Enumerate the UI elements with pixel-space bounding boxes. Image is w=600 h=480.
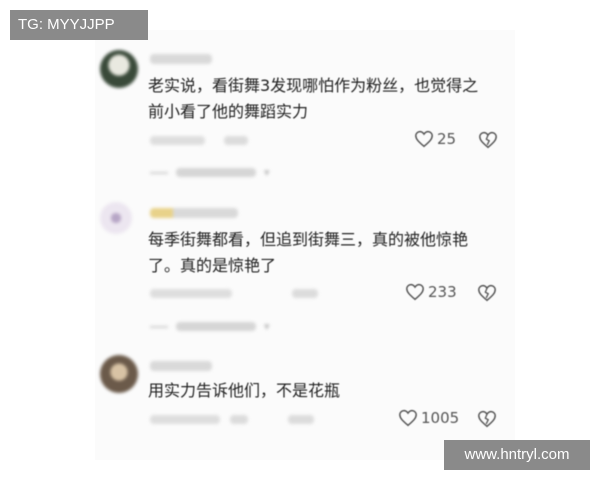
- broken-heart-icon: [478, 284, 496, 302]
- comment-text: 用实力告诉他们，不是花瓶: [148, 378, 498, 404]
- reply-button[interactable]: [224, 136, 248, 145]
- comment-item: 每季街舞都看，但追到街舞三，真的被他惊艳 了。真的是惊艳了 233 ▾: [100, 200, 510, 340]
- username[interactable]: [150, 361, 212, 371]
- divider: [150, 171, 168, 174]
- comment-timestamp: [150, 415, 220, 424]
- dislike-button[interactable]: [477, 410, 497, 428]
- broken-heart-icon: [478, 410, 496, 428]
- reply-button[interactable]: [288, 415, 314, 424]
- comment-text-line: 用实力告诉他们，不是花瓶: [148, 381, 341, 400]
- expand-replies-label: [176, 168, 256, 177]
- comment-text-line: 每季街舞都看，但追到街舞三，真的被他惊艳: [148, 230, 469, 249]
- dislike-button[interactable]: [477, 284, 497, 302]
- expand-replies[interactable]: ▾: [150, 166, 270, 179]
- reply-button[interactable]: [292, 289, 318, 298]
- heart-outline-icon: [399, 409, 417, 427]
- avatar[interactable]: [100, 50, 138, 88]
- comment-item: 用实力告诉他们，不是花瓶 1005: [100, 355, 510, 445]
- comment-text-line: 老实说，看街舞3发现哪怕作为粉丝，也觉得之: [148, 76, 479, 95]
- heart-outline-icon: [415, 130, 433, 148]
- comment-timestamp: [150, 289, 232, 298]
- comment-item: 老实说，看街舞3发现哪怕作为粉丝，也觉得之 前小看了他的舞蹈实力 25 ▾: [100, 48, 510, 188]
- like-count: 25: [437, 130, 457, 148]
- broken-heart-icon: [479, 131, 497, 149]
- watermark-top-left: TG: MYYJJPP: [10, 10, 148, 40]
- comment-text-line: 了。真的是惊艳了: [148, 256, 277, 275]
- username[interactable]: [150, 208, 238, 218]
- like-count: 1005: [421, 409, 460, 427]
- watermark-bottom-right: www.hntryl.com: [444, 440, 590, 470]
- username[interactable]: [150, 54, 212, 64]
- like-button[interactable]: 233: [405, 283, 457, 301]
- expand-replies[interactable]: ▾: [150, 320, 270, 333]
- chevron-down-icon: ▾: [264, 320, 270, 333]
- comment-timestamp: [150, 136, 205, 145]
- comment-text: 老实说，看街舞3发现哪怕作为粉丝，也觉得之 前小看了他的舞蹈实力: [148, 73, 498, 125]
- comment-text: 每季街舞都看，但追到街舞三，真的被他惊艳 了。真的是惊艳了: [148, 227, 498, 279]
- location-label: [230, 415, 248, 424]
- dislike-button[interactable]: [478, 131, 498, 149]
- like-button[interactable]: 1005: [398, 409, 459, 427]
- avatar[interactable]: [100, 355, 138, 393]
- expand-replies-label: [176, 322, 256, 331]
- heart-outline-icon: [406, 283, 424, 301]
- avatar[interactable]: [100, 202, 132, 234]
- comment-text-line: 前小看了他的舞蹈实力: [148, 102, 309, 121]
- like-count: 233: [428, 283, 457, 301]
- divider: [150, 325, 168, 328]
- chevron-down-icon: ▾: [264, 166, 270, 179]
- like-button[interactable]: 25: [414, 130, 456, 148]
